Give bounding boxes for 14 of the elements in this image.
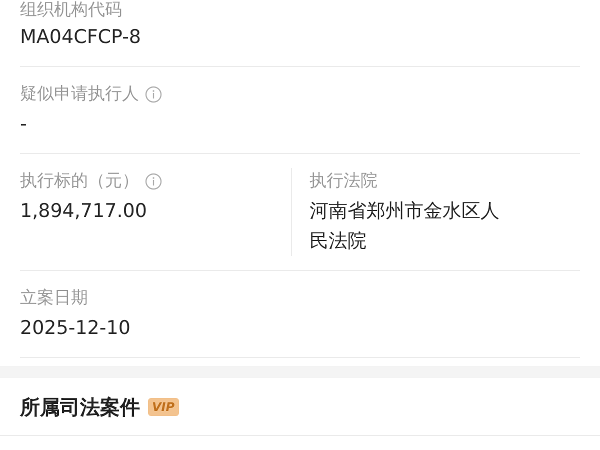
field-value: MA04CFCP-8	[20, 25, 142, 50]
section-title: 所属司法案件	[20, 394, 140, 420]
field-label: 疑似申请执行人	[20, 83, 139, 106]
field-value: 河南省郑州市金水区人 民法院	[310, 199, 500, 254]
field-label: 立案日期	[20, 287, 88, 310]
field-value: -	[20, 112, 28, 137]
vip-badge: VIP	[148, 398, 179, 416]
field-label: 组织机构代码	[20, 0, 122, 22]
field-label: 执行标的（元）	[20, 170, 139, 193]
field-label: 执行法院	[310, 170, 378, 193]
info-icon[interactable]	[145, 86, 162, 102]
info-icon[interactable]	[145, 172, 162, 190]
field-value: 2025-12-10	[20, 316, 132, 341]
field-value: 1,894,717.00	[20, 199, 148, 224]
